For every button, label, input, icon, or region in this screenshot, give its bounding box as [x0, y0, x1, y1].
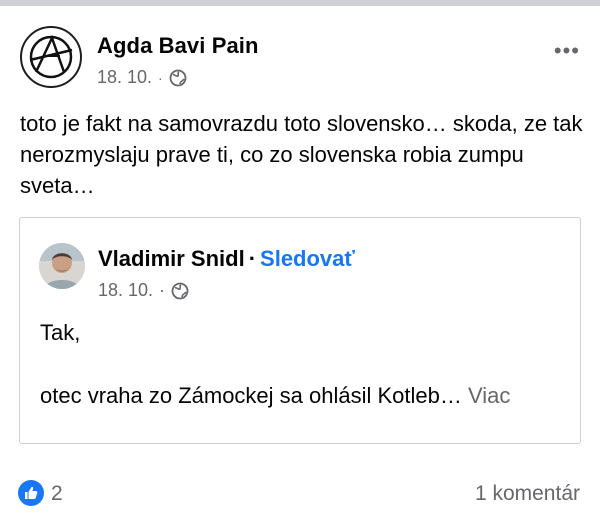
shared-meta-separator: ·: [159, 280, 166, 300]
top-divider: [0, 0, 600, 6]
thumbs-up-icon[interactable]: [18, 480, 44, 506]
shared-post-date[interactable]: 18. 10.: [98, 280, 153, 301]
follow-button[interactable]: Sledovať: [260, 246, 355, 271]
post-author-name[interactable]: Agda Bavi Pain: [97, 33, 259, 59]
comments-count-link[interactable]: 1 komentár: [475, 482, 580, 506]
globe-icon: [169, 69, 187, 87]
post-date[interactable]: 18. 10.: [97, 67, 152, 88]
meta-separator: ·: [158, 69, 163, 86]
globe-icon: [171, 282, 189, 300]
post-meta: 18. 10. ·: [97, 67, 187, 88]
shared-post-text-line1: Tak,: [40, 320, 81, 345]
shared-author-line: Vladimir Snidl · Sledovať: [98, 246, 355, 272]
see-more-link[interactable]: Viac: [468, 383, 510, 408]
shared-post-text-line2: otec vraha zo Zámockej sa ohlásil Kotleb…: [40, 383, 510, 409]
shared-post-excerpt: otec vraha zo Zámockej sa ohlásil Kotleb…: [40, 383, 462, 408]
post-text: toto je fakt na samovrazdu toto slovensk…: [20, 111, 583, 198]
shared-author-avatar[interactable]: [39, 243, 85, 289]
shared-author-name[interactable]: Vladimir Snidl: [98, 246, 245, 271]
shared-post-meta: 18. 10. ·: [98, 280, 189, 301]
author-avatar[interactable]: [20, 26, 82, 88]
anarchy-logo-icon: [29, 34, 73, 79]
person-photo-icon: [39, 243, 85, 289]
follow-separator: ·: [248, 246, 257, 271]
more-options-icon[interactable]: •••: [554, 38, 580, 64]
reaction-count[interactable]: 2: [51, 482, 63, 506]
shared-post-card[interactable]: Vladimir Snidl · Sledovať 18. 10. · Tak, o…: [19, 217, 581, 444]
